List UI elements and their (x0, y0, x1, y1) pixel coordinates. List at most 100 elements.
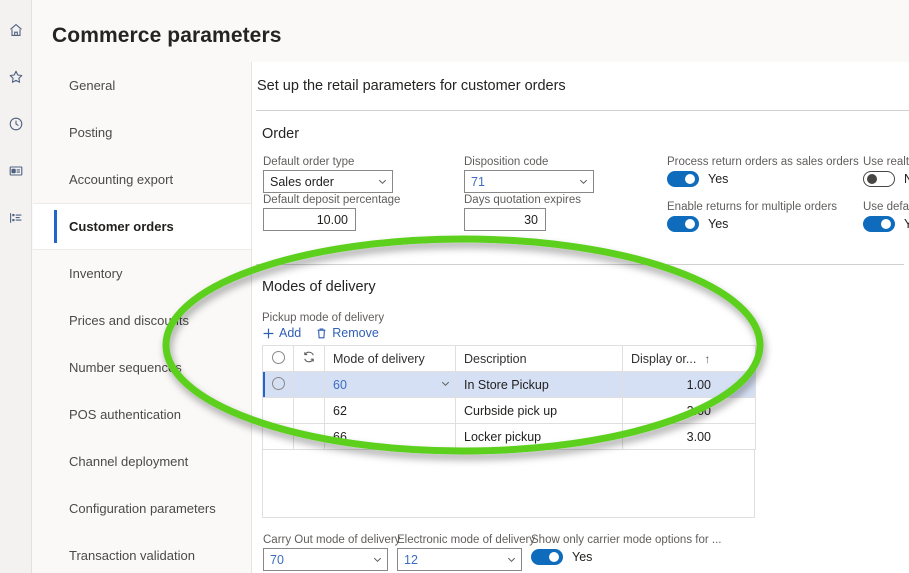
list-icon[interactable] (0, 194, 32, 241)
electronic-mode-select[interactable]: 12 (397, 548, 522, 571)
row-status-cell (294, 372, 325, 398)
nav-item-label: General (69, 78, 115, 93)
nav-item-pos-authentication[interactable]: POS authentication (33, 391, 251, 438)
parameters-nav-list: General Posting Accounting export Custom… (33, 62, 252, 573)
row-display-order-cell[interactable]: 3.00 (623, 424, 756, 450)
field-label: Disposition code (464, 156, 594, 168)
display-order-column-header[interactable]: Display or... ↑ (623, 346, 756, 372)
select-all-column[interactable] (263, 346, 294, 372)
mode-column-header[interactable]: Mode of delivery (325, 346, 456, 372)
field-use-default: Use defau Y (863, 201, 909, 232)
display-order-label: Display or... (631, 352, 696, 366)
grid-command-bar: Add Remove (252, 326, 909, 340)
row-mode-cell[interactable]: 60 (325, 372, 456, 398)
row-select-cell[interactable] (263, 398, 294, 424)
default-order-type-select[interactable]: Sales order (263, 170, 393, 193)
field-process-return-orders: Process return orders as sales orders Ye… (667, 156, 859, 187)
default-order-type-value: Sales order (270, 175, 377, 189)
disposition-code-select[interactable]: 71 (464, 170, 594, 193)
table-row[interactable]: 62 Curbside pick up 2.00 (263, 398, 756, 424)
trash-icon (315, 327, 328, 340)
sort-ascending-icon: ↑ (704, 352, 710, 366)
modes-of-delivery-grid: Mode of delivery Description Display or.… (262, 345, 756, 450)
row-display-order-cell[interactable]: 2.00 (623, 398, 756, 424)
field-enable-returns-multiple: Enable returns for multiple orders Yes (667, 201, 837, 232)
use-realtime-toggle[interactable] (863, 171, 895, 187)
nav-item-inventory[interactable]: Inventory (33, 250, 251, 297)
field-label: Default deposit percentage (263, 194, 433, 206)
default-deposit-percentage-input[interactable]: 10.00 (263, 208, 356, 231)
toggle-knob (685, 174, 695, 184)
row-mode-cell[interactable]: 66 (325, 424, 456, 450)
electronic-mode-value: 12 (404, 553, 506, 567)
toggle-knob (549, 552, 559, 562)
field-label: Default order type (263, 156, 393, 168)
field-use-realtime: Use realti N (863, 156, 909, 187)
page-title: Commerce parameters (52, 24, 282, 48)
nav-item-prices-and-discounts[interactable]: Prices and discounts (33, 297, 251, 344)
days-quotation-expires-value: 30 (524, 213, 538, 227)
clock-icon[interactable] (0, 100, 32, 147)
use-default-toggle[interactable] (863, 216, 895, 232)
remove-button-label: Remove (332, 326, 379, 340)
nav-item-general[interactable]: General (33, 62, 251, 109)
field-label: Carry Out mode of delivery (263, 534, 388, 546)
toggle-knob (867, 174, 877, 184)
row-status-cell (294, 424, 325, 450)
remove-button[interactable]: Remove (315, 326, 379, 340)
chevron-down-icon (578, 176, 589, 187)
table-row[interactable]: 66 Locker pickup 3.00 (263, 424, 756, 450)
card-icon[interactable] (0, 147, 32, 194)
field-label: Process return orders as sales orders (667, 156, 859, 168)
refresh-column[interactable] (294, 346, 325, 372)
row-select-cell[interactable] (263, 424, 294, 450)
show-only-carrier-toggle[interactable] (531, 549, 563, 565)
table-row[interactable]: 60 In Store Pickup 1.00 (263, 372, 756, 398)
customer-orders-panel: Set up the retail parameters for custome… (252, 62, 909, 573)
field-days-quotation-expires: Days quotation expires 30 (464, 194, 546, 231)
field-show-only-carrier: Show only carrier mode options for ... Y… (531, 534, 721, 565)
add-button[interactable]: Add (262, 326, 301, 340)
nav-item-label: Accounting export (69, 172, 173, 187)
star-icon[interactable] (0, 53, 32, 100)
nav-item-number-sequences[interactable]: Number sequences (33, 344, 251, 391)
nav-item-posting[interactable]: Posting (33, 109, 251, 156)
enable-returns-multiple-state: Yes (708, 217, 728, 231)
refresh-icon (302, 353, 316, 367)
chevron-down-icon (377, 176, 388, 187)
add-button-label: Add (279, 326, 301, 340)
chevron-down-icon (440, 378, 451, 392)
row-select-cell[interactable] (263, 372, 294, 398)
carry-out-mode-select[interactable]: 70 (263, 548, 388, 571)
footer-fields: Carry Out mode of delivery 70 Electronic… (252, 518, 909, 573)
enable-returns-multiple-toggle[interactable] (667, 216, 699, 232)
row-description-cell[interactable]: Locker pickup (456, 424, 623, 450)
order-section-title: Order (252, 111, 909, 142)
row-mode-value: 60 (333, 378, 440, 392)
row-display-order-cell[interactable]: 1.00 (623, 372, 756, 398)
home-icon[interactable] (0, 6, 32, 53)
field-label: Enable returns for multiple orders (667, 201, 837, 213)
nav-item-customer-orders[interactable]: Customer orders (33, 203, 251, 250)
nav-item-channel-deployment[interactable]: Channel deployment (33, 438, 251, 485)
nav-item-label: Transaction validation (69, 548, 195, 563)
row-mode-cell[interactable]: 62 (325, 398, 456, 424)
row-description-cell[interactable]: Curbside pick up (456, 398, 623, 424)
order-fields: Default order type Sales order Default d… (252, 142, 909, 254)
process-return-orders-toggle[interactable] (667, 171, 699, 187)
description-column-header[interactable]: Description (456, 346, 623, 372)
nav-item-label: Customer orders (69, 219, 174, 234)
chevron-down-icon (372, 554, 383, 565)
grid-header-row: Mode of delivery Description Display or.… (263, 346, 756, 372)
days-quotation-expires-input[interactable]: 30 (464, 208, 546, 231)
panel-title: Set up the retail parameters for custome… (252, 62, 909, 94)
nav-item-label: Posting (69, 125, 112, 140)
nav-item-accounting-export[interactable]: Accounting export (33, 156, 251, 203)
nav-item-label: Number sequences (69, 360, 182, 375)
field-electronic-mode: Electronic mode of delivery 12 (397, 534, 522, 571)
row-description-cell[interactable]: In Store Pickup (456, 372, 623, 398)
nav-item-transaction-validation[interactable]: Transaction validation (33, 532, 251, 573)
modes-section-title: Modes of delivery (252, 265, 909, 295)
select-all-radio-icon (272, 351, 285, 364)
nav-item-configuration-parameters[interactable]: Configuration parameters (33, 485, 251, 532)
